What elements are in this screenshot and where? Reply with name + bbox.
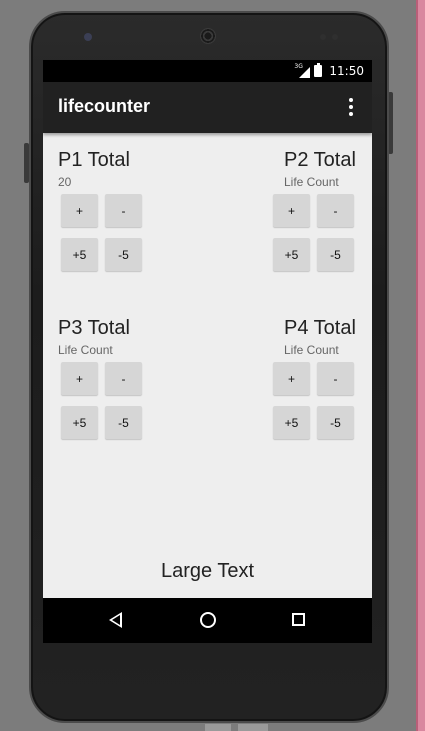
action-bar: lifecounter bbox=[43, 82, 372, 133]
battery-icon bbox=[314, 63, 323, 77]
device-bottom-tab bbox=[238, 724, 268, 731]
player-3-minus5-button[interactable]: -5 bbox=[105, 406, 142, 439]
player-3-panel: P3 Total Life Count + - +5 -5 bbox=[58, 317, 158, 442]
player-4-plus-button[interactable]: + bbox=[273, 362, 310, 395]
sensor-icon bbox=[320, 34, 326, 40]
home-icon[interactable] bbox=[200, 612, 216, 628]
player-1-minus5-button[interactable]: -5 bbox=[105, 238, 142, 271]
player-2-plus-button[interactable]: + bbox=[273, 194, 310, 227]
more-vert-icon[interactable] bbox=[348, 98, 354, 116]
status-bar: 3G 11:50 bbox=[43, 60, 372, 82]
player-3-minus-button[interactable]: - bbox=[105, 362, 142, 395]
player-1-plus5-button[interactable]: +5 bbox=[61, 238, 98, 271]
player-4-minus5-button[interactable]: -5 bbox=[317, 406, 354, 439]
player-3-title: P3 Total bbox=[58, 317, 130, 339]
player-4-minus-button[interactable]: - bbox=[317, 362, 354, 395]
player-3-plus5-button[interactable]: +5 bbox=[61, 406, 98, 439]
device-bottom-tab bbox=[205, 724, 231, 731]
player-4-plus5-button[interactable]: +5 bbox=[273, 406, 310, 439]
player-2-minus5-button[interactable]: -5 bbox=[317, 238, 354, 271]
player-3-life: Life Count bbox=[58, 343, 113, 357]
window-edge bbox=[416, 0, 425, 731]
sensor-icon bbox=[332, 34, 338, 40]
player-2-panel: P2 Total Life Count + - +5 -5 bbox=[270, 149, 370, 274]
player-1-plus-button[interactable]: + bbox=[61, 194, 98, 227]
player-4-life: Life Count bbox=[284, 343, 339, 357]
player-3-plus-button[interactable]: + bbox=[61, 362, 98, 395]
app-title: lifecounter bbox=[58, 96, 151, 116]
speaker-grille-icon bbox=[200, 28, 216, 44]
player-1-life: 20 bbox=[58, 175, 72, 189]
player-2-minus-button[interactable]: - bbox=[317, 194, 354, 227]
player-1-title: P1 Total bbox=[58, 149, 130, 171]
large-text-label: Large Text bbox=[160, 560, 255, 582]
player-2-plus5-button[interactable]: +5 bbox=[273, 238, 310, 271]
recent-apps-icon[interactable] bbox=[292, 613, 305, 626]
signal-icon: 3G bbox=[294, 63, 311, 78]
navigation-bar bbox=[43, 598, 372, 643]
player-1-minus-button[interactable]: - bbox=[105, 194, 142, 227]
front-camera-icon bbox=[84, 33, 92, 41]
player-4-panel: P4 Total Life Count + - +5 -5 bbox=[270, 317, 370, 442]
player-2-life: Life Count bbox=[284, 175, 339, 189]
status-time: 11:50 bbox=[329, 64, 364, 78]
player-1-panel: P1 Total 20 + - +5 -5 bbox=[58, 149, 158, 274]
player-4-title: P4 Total bbox=[284, 317, 356, 339]
app-screen: 3G 11:50 lifecounter P1 Total 20 + - +5 … bbox=[43, 60, 372, 638]
player-2-title: P2 Total bbox=[284, 149, 356, 171]
back-icon[interactable] bbox=[109, 612, 122, 628]
